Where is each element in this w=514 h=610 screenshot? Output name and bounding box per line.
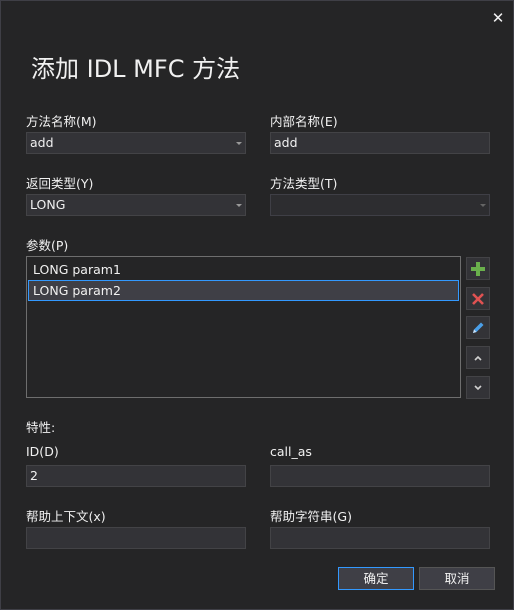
method-type-combobox [270, 194, 490, 216]
return-type-value: LONG [30, 197, 66, 212]
return-type-label: 返回类型(Y) [26, 176, 94, 191]
internal-name-input[interactable]: add [270, 132, 490, 154]
edit-icon [473, 322, 484, 333]
edit-param-button[interactable] [466, 316, 490, 339]
dropdown-arrow-icon [236, 142, 242, 145]
help-context-input[interactable] [26, 527, 246, 549]
method-name-value: add [30, 135, 54, 150]
dialog-title: 添加 IDL MFC 方法 [31, 55, 241, 83]
help-string-label: 帮助字符串(G) [270, 509, 352, 524]
list-item[interactable]: LONG param2 [28, 280, 459, 301]
list-item[interactable]: LONG param1 [28, 259, 459, 280]
return-type-combobox[interactable]: LONG [26, 194, 246, 216]
move-up-button[interactable] [466, 346, 490, 369]
id-label: ID(D) [26, 444, 59, 459]
ok-button[interactable]: 确定 [338, 567, 414, 590]
id-value: 2 [30, 468, 38, 483]
add-param-button[interactable] [466, 257, 490, 280]
chevron-down-icon [474, 384, 482, 390]
dropdown-arrow-icon [236, 204, 242, 207]
method-name-label: 方法名称(M) [26, 114, 97, 129]
method-type-label: 方法类型(T) [270, 176, 338, 191]
internal-name-value: add [274, 135, 298, 150]
delete-param-button[interactable] [466, 287, 490, 310]
internal-name-label: 内部名称(E) [270, 114, 338, 129]
help-string-input[interactable] [270, 527, 490, 549]
delete-icon [472, 292, 484, 305]
method-name-combobox[interactable]: add [26, 132, 246, 154]
close-icon[interactable]: ✕ [489, 9, 507, 27]
call-as-input[interactable] [270, 465, 490, 487]
dropdown-arrow-icon [480, 204, 486, 207]
call-as-label: call_as [270, 444, 312, 459]
help-context-label: 帮助上下文(x) [26, 509, 106, 524]
params-label: 参数(P) [26, 238, 69, 253]
move-down-button[interactable] [466, 376, 490, 399]
params-listbox[interactable]: LONG param1 LONG param2 [26, 256, 461, 398]
chevron-up-icon [474, 355, 482, 361]
add-icon [471, 261, 485, 276]
add-idl-mfc-method-dialog: ✕ 添加 IDL MFC 方法 方法名称(M) add 内部名称(E) add … [0, 0, 514, 610]
cancel-button[interactable]: 取消 [419, 567, 495, 590]
attributes-label: 特性: [26, 420, 56, 435]
id-input[interactable]: 2 [26, 465, 246, 487]
